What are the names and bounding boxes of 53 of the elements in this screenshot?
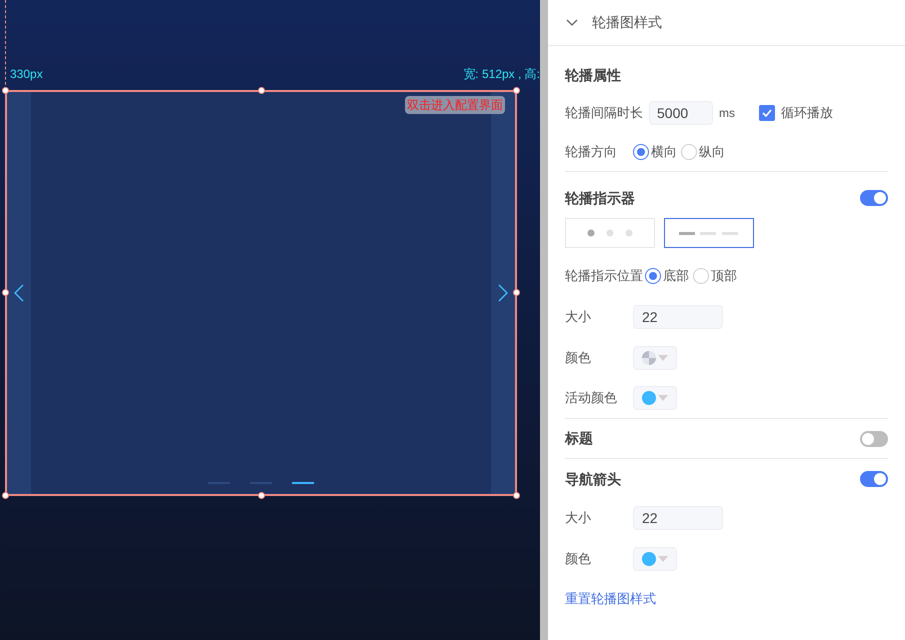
resize-handle[interactable]	[258, 87, 265, 94]
color-picker[interactable]	[633, 346, 677, 370]
toggle-switch[interactable]	[860, 190, 888, 206]
input-field[interactable]: 5000	[649, 101, 713, 125]
radio-label: 横向	[651, 142, 677, 161]
radio-button[interactable]	[645, 268, 661, 284]
field-label: 大小	[565, 308, 592, 326]
radio-label: 纵向	[699, 142, 725, 161]
resize-handle[interactable]	[2, 492, 9, 499]
radio-label: 顶部	[711, 267, 737, 286]
dots-icon	[587, 229, 633, 237]
input-field[interactable]: 22	[633, 506, 723, 530]
unit-label: ms	[719, 105, 735, 122]
section-header[interactable]: 轮播图样式	[548, 0, 905, 46]
resize-handle[interactable]	[513, 492, 520, 499]
resize-handle[interactable]	[258, 492, 265, 499]
resize-handle[interactable]	[2, 87, 9, 94]
offset-label: 330px	[10, 66, 43, 83]
section-heading: 导航箭头	[565, 470, 621, 488]
resize-handle[interactable]	[513, 87, 520, 94]
field-label: 轮播方向	[565, 142, 618, 161]
field-label: 轮播间隔时长	[565, 104, 643, 122]
field-label: 大小	[565, 509, 592, 528]
field-label: 轮播指示位置	[565, 267, 643, 286]
reset-link[interactable]: 重置轮播图样式	[565, 589, 656, 609]
resize-handle[interactable]	[2, 289, 9, 296]
checkbox-label: 循环播放	[781, 104, 833, 122]
checkbox[interactable]	[759, 105, 775, 121]
radio-label: 底部	[663, 267, 689, 286]
radio-button[interactable]	[633, 144, 649, 160]
color-picker[interactable]	[633, 386, 677, 410]
transparent-swatch-icon	[642, 350, 656, 364]
caret-icon	[658, 395, 668, 401]
toggle-switch[interactable]	[860, 471, 888, 487]
section-heading: 轮播属性	[565, 67, 621, 83]
color-picker[interactable]	[633, 547, 677, 571]
chevron-right-icon[interactable]	[498, 284, 508, 302]
size-label: 宽: 512px , 高:	[463, 66, 540, 83]
section-heading: 轮播指示器	[565, 188, 635, 208]
caret-icon	[658, 556, 668, 562]
indicator-style-option[interactable]	[664, 218, 754, 248]
resize-handle[interactable]	[513, 289, 520, 296]
input-field[interactable]: 22	[633, 304, 723, 328]
field-label: 颜色	[565, 348, 592, 367]
toggle-switch[interactable]	[860, 430, 888, 446]
field-label: 活动颜色	[565, 389, 618, 408]
caret-icon	[658, 354, 668, 360]
field-label: 颜色	[565, 550, 592, 568]
chevron-left-icon[interactable]	[14, 284, 24, 302]
dashes-icon	[679, 232, 739, 234]
checkmark-icon	[762, 109, 772, 117]
section-heading: 标题	[565, 429, 593, 448]
hint-label: 双击进入配置界面	[405, 96, 505, 114]
